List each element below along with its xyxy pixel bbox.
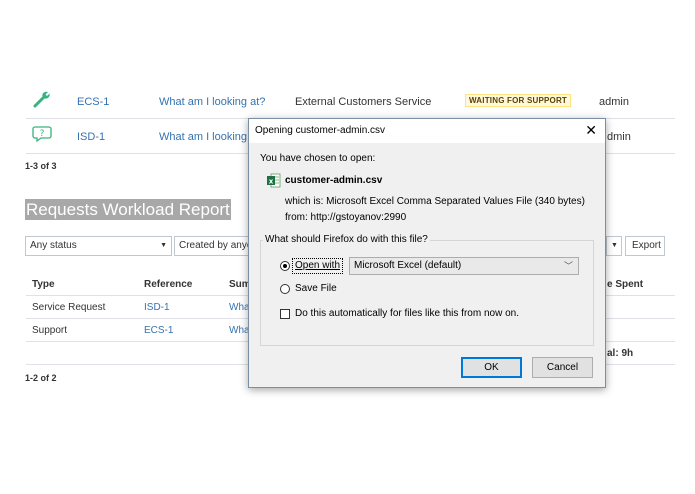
created-by-filter[interactable]: Created by anyo	[174, 236, 254, 256]
request-key-link[interactable]: ECS-1	[77, 96, 109, 108]
caret-down-icon: ▼	[160, 242, 167, 249]
table-cell-reference[interactable]: ISD-1	[144, 302, 170, 313]
table-cell-summary[interactable]: Wha	[229, 302, 250, 313]
report-title: Requests Workload Report	[25, 199, 231, 220]
export-label: Export	[632, 240, 661, 251]
column-header-time-spent: e Spent	[607, 279, 644, 290]
service-desk-name: External Customers Service	[295, 96, 432, 108]
assignee: dmin	[607, 131, 631, 143]
question-bubble-icon: ?	[32, 125, 54, 148]
dialog-title: Opening customer-admin.csv	[255, 125, 386, 136]
open-with-label[interactable]: Open with	[295, 260, 340, 271]
svg-text:?: ?	[40, 129, 45, 139]
save-file-label[interactable]: Save File	[295, 283, 337, 294]
request-summary-link[interactable]: What am I looking at?	[159, 96, 265, 108]
results-count: 1-3 of 3	[25, 161, 57, 171]
created-by-filter-value: Created by anyo	[179, 240, 253, 251]
dialog-titlebar: Opening customer-admin.csv ✕	[249, 119, 605, 143]
dialog-intro: You have chosen to open:	[260, 153, 376, 164]
filter-dropdown[interactable]: ▼	[606, 236, 622, 256]
ok-button[interactable]: OK	[461, 357, 522, 378]
auto-action-checkbox[interactable]	[280, 309, 290, 319]
wrench-icon	[32, 89, 52, 114]
status-badge: WAITING FOR SUPPORT	[465, 94, 572, 107]
download-dialog: Opening customer-admin.csv ✕ You have ch…	[248, 118, 606, 388]
caret-down-icon: ▼	[611, 242, 618, 249]
report-results-count: 1-2 of 2	[25, 373, 57, 383]
cancel-label: Cancel	[546, 362, 579, 373]
close-icon[interactable]: ✕	[585, 121, 597, 139]
column-header-type: Type	[32, 279, 55, 290]
ok-label: OK	[484, 362, 499, 373]
application-select[interactable]: Microsoft Excel (default) ﹀	[349, 257, 579, 275]
open-with-radio[interactable]	[280, 261, 290, 271]
file-source: from: http://gstoyanov:2990	[285, 212, 407, 223]
file-name: customer-admin.csv	[285, 175, 383, 186]
assignee: admin	[599, 96, 629, 108]
table-cell-reference[interactable]: ECS-1	[144, 325, 173, 336]
status-filter-value: Any status	[30, 240, 77, 251]
total-time-spent: al: 9h	[607, 348, 634, 359]
action-question: What should Firefox do with this file?	[263, 234, 430, 245]
save-file-radio[interactable]	[280, 284, 290, 294]
status-filter[interactable]: Any status ▼	[25, 236, 172, 256]
application-select-value: Microsoft Excel (default)	[354, 260, 462, 271]
request-key-link[interactable]: ISD-1	[77, 131, 105, 143]
table-cell-type: Support	[32, 325, 68, 336]
auto-action-label[interactable]: Do this automatically for files like thi…	[295, 308, 519, 319]
table-cell-type: Service Request	[32, 302, 106, 313]
column-header-reference: Reference	[144, 279, 193, 290]
chevron-down-icon: ﹀	[563, 261, 573, 271]
excel-file-icon: x	[267, 173, 281, 193]
cancel-button[interactable]: Cancel	[532, 357, 593, 378]
table-cell-summary[interactable]: Wha	[229, 325, 250, 336]
svg-text:x: x	[269, 177, 274, 185]
file-type: which is: Microsoft Excel Comma Separate…	[285, 196, 585, 207]
export-button[interactable]: Export	[625, 236, 665, 256]
